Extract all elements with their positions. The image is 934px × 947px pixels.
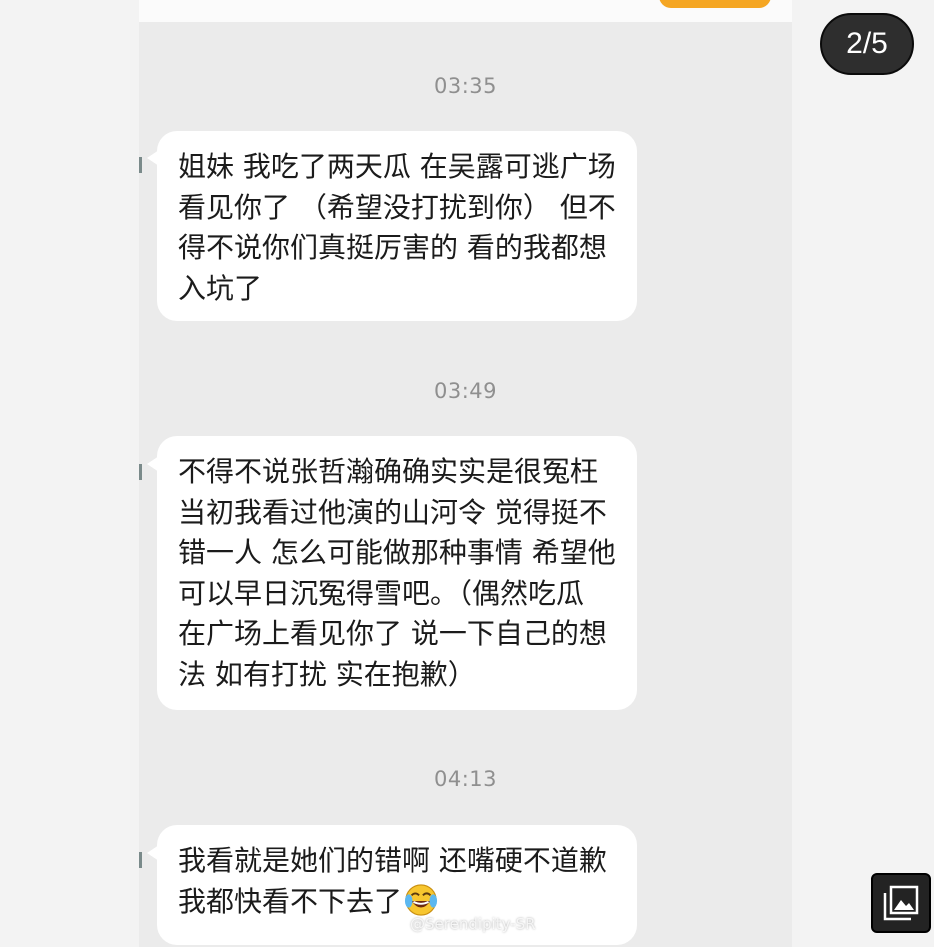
chat-screenshot: 03:35 姐妹 我吃了两天瓜 在吴露可逃广场 看见你了 （希望没打扰到你） 但… <box>139 0 792 947</box>
screenshot-top-bar <box>139 0 792 22</box>
watermark: @Serendipity-SR <box>384 915 536 934</box>
message-line: 姐妹 我吃了两天瓜 在吴露可逃广场 <box>178 150 616 183</box>
timestamp: 03:35 <box>433 74 498 98</box>
message-line: 入坑了 <box>178 271 263 305</box>
timestamp: 04:13 <box>433 767 498 791</box>
page-counter: 2/5 <box>820 13 914 75</box>
timestamp: 03:49 <box>433 379 498 403</box>
message-line: 当初我看过他演的山河令 觉得挺不 <box>178 495 607 529</box>
image-viewer: 03:35 姐妹 我吃了两天瓜 在吴露可逃广场 看见你了 （希望没打扰到你） 但… <box>0 0 934 947</box>
message-line: 在广场上看见你了 说一下自己的想 <box>178 617 607 650</box>
gallery-icon <box>883 885 919 921</box>
message-line: 可以早日沉冤得雪吧。（偶然吃瓜 <box>178 576 585 610</box>
watermark-text: @Serendipity-SR <box>410 915 536 933</box>
message-line: 得不说你们真挺厉害的 看的我都想 <box>178 231 607 264</box>
message-line: 法 如有打扰 实在抱歉） <box>178 657 476 691</box>
top-orange-button <box>659 0 771 8</box>
message-line: 看见你了 （希望没打扰到你） 但不 <box>178 190 616 224</box>
message-line: 错一人 怎么可能做那种事情 希望他 <box>178 536 616 569</box>
avatar <box>139 157 142 173</box>
gallery-button[interactable] <box>871 873 931 933</box>
message-bubble: 不得不说张哲瀚确确实实是很冤枉 当初我看过他演的山河令 觉得挺不 错一人 怎么可… <box>157 436 637 710</box>
avatar <box>139 464 142 480</box>
weibo-icon <box>384 916 405 934</box>
message-line: 不得不说张哲瀚确确实实是很冤枉 <box>178 455 599 488</box>
avatar <box>139 852 142 868</box>
laughing-crying-emoji-icon <box>404 883 438 916</box>
message-line: 我看就是她们的错啊 还嘴硬不道歉 <box>178 844 607 877</box>
message-bubble: 姐妹 我吃了两天瓜 在吴露可逃广场 看见你了 （希望没打扰到你） 但不 得不说你… <box>157 131 637 321</box>
message-line: 我都快看不下去了 <box>178 884 403 918</box>
